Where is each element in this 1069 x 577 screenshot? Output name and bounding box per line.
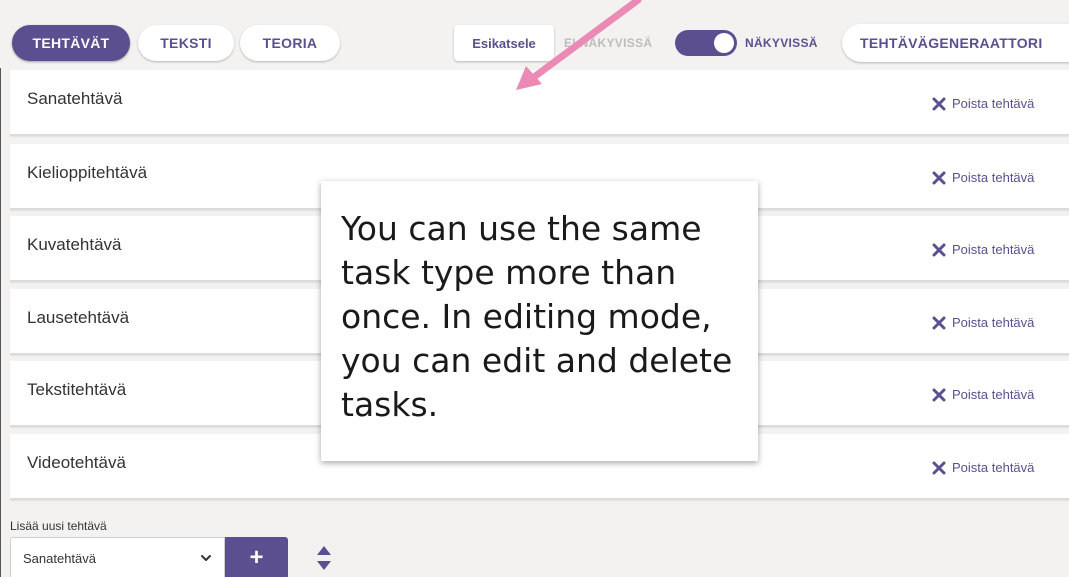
close-x-icon (932, 171, 946, 184)
add-task-button[interactable]: + (225, 537, 288, 577)
task-generator-button[interactable]: TEHTÄVÄGENERAATTORI (842, 24, 1069, 62)
delete-task-label: Poista tehtävä (952, 242, 1035, 257)
delete-task-button[interactable]: Poista tehtävä (932, 387, 1034, 402)
task-type-selected-value: Sanatehtävä (23, 550, 97, 566)
close-x-icon (932, 388, 946, 401)
task-name: Tekstitehtävä (27, 380, 127, 399)
delete-task-button[interactable]: Poista tehtävä (932, 96, 1034, 111)
add-task-label: Lisää uusi tehtävä (10, 519, 107, 533)
tab-teoria[interactable]: TEORIA (240, 25, 340, 61)
toggle-knob (714, 33, 734, 53)
sort-updown-icon[interactable] (315, 543, 333, 573)
delete-task-button[interactable]: Poista tehtävä (932, 170, 1034, 185)
delete-task-label: Poista tehtävä (952, 460, 1035, 475)
close-x-icon (932, 316, 946, 329)
visibility-on-label: NÄKYVISSÄ (745, 36, 818, 50)
task-name: Sanatehtävä (27, 89, 123, 108)
delete-task-label: Poista tehtävä (952, 315, 1035, 330)
callout-text: You can use the same task type more than… (341, 209, 733, 424)
close-x-icon (932, 461, 946, 474)
delete-task-button[interactable]: Poista tehtävä (932, 242, 1034, 257)
visibility-toggle[interactable] (675, 30, 737, 56)
chevron-down-icon (201, 555, 211, 561)
tutorial-callout: You can use the same task type more than… (321, 181, 758, 461)
delete-task-button[interactable]: Poista tehtävä (932, 460, 1034, 475)
delete-task-label: Poista tehtävä (952, 170, 1035, 185)
tab-tehtavat[interactable]: TEHTÄVÄT (12, 25, 130, 61)
task-name: Lausetehtävä (27, 308, 130, 327)
task-name: Kuvatehtävä (27, 235, 122, 254)
delete-task-button[interactable]: Poista tehtävä (932, 315, 1034, 330)
tab-teksti[interactable]: TEKSTI (138, 25, 234, 61)
close-x-icon (932, 243, 946, 256)
delete-task-label: Poista tehtävä (952, 96, 1035, 111)
arrow-icon (516, 0, 642, 90)
task-type-select[interactable]: Sanatehtävä (10, 537, 225, 577)
task-name: Kielioppitehtävä (27, 163, 148, 182)
task-name: Videotehtävä (27, 453, 126, 472)
delete-task-label: Poista tehtävä (952, 387, 1035, 402)
close-x-icon (932, 97, 946, 110)
